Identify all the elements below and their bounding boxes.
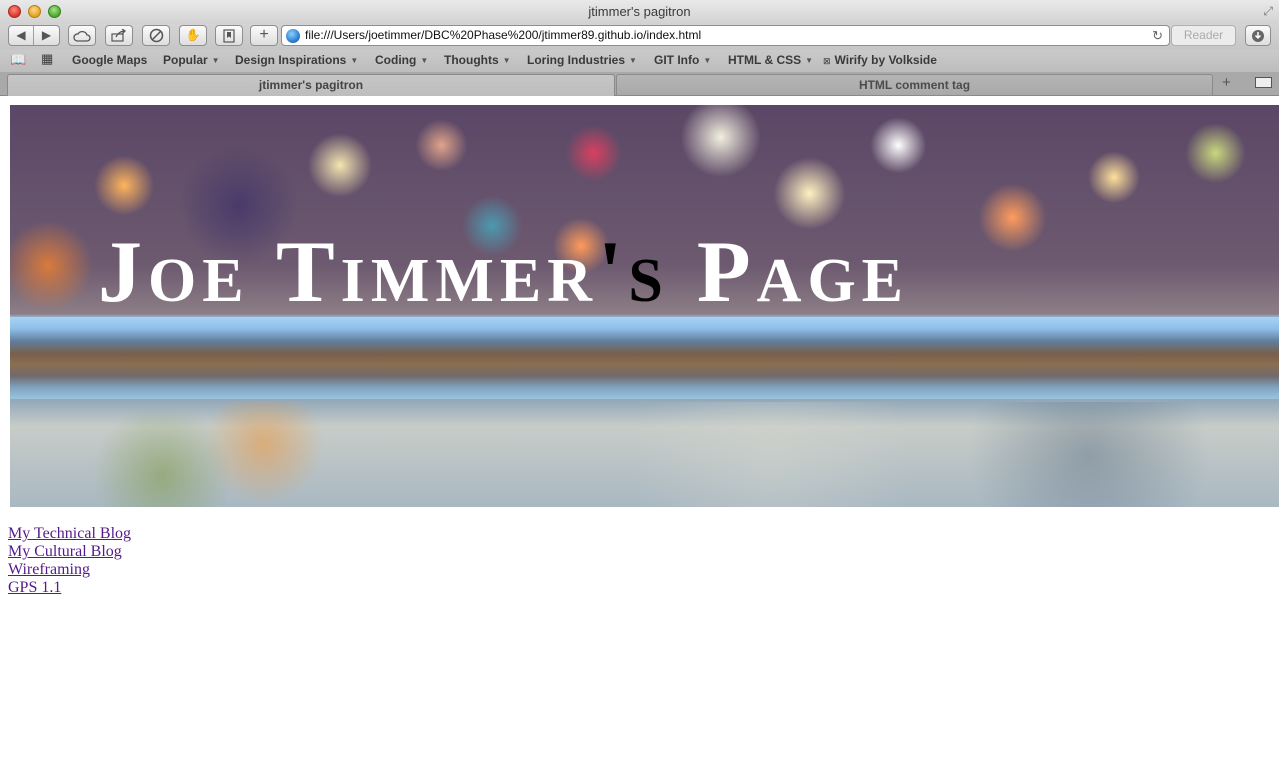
reload-icon[interactable]: ↻ [1152, 26, 1163, 45]
bookmark-thoughts[interactable]: Thoughts ▼ [444, 53, 511, 67]
dropdown-arrow-icon: ▼ [502, 56, 511, 65]
link-gps[interactable]: GPS 1.1 [8, 579, 131, 597]
page-viewport: Joe Timmer's Page My Technical Blog My C… [0, 96, 1279, 776]
bookmarks-bar: 📖 ▦ Google Maps Popular ▼ Design Inspirat… [0, 50, 1279, 72]
url-text[interactable]: file:///Users/joetimmer/DBC%20Phase%200/… [305, 26, 701, 45]
downloads-button[interactable] [1245, 25, 1271, 46]
globe-icon [286, 29, 300, 43]
block-icon [149, 28, 163, 43]
dropdown-arrow-icon: ▼ [350, 56, 359, 65]
dropdown-arrow-icon: ▼ [703, 56, 712, 65]
dropdown-arrow-icon: ▼ [420, 56, 429, 65]
dropdown-arrow-icon: ▼ [629, 56, 637, 65]
bookmark-coding[interactable]: Coding ▼ [375, 53, 428, 67]
link-cultural-blog[interactable]: My Cultural Blog [8, 543, 131, 561]
bookmarklet-icon: ⊠ [823, 56, 831, 66]
forward-button[interactable]: ▶ [34, 26, 59, 45]
dropdown-arrow-icon: ▼ [211, 56, 220, 65]
top-sites-grid-icon[interactable]: ▦ [41, 51, 53, 67]
window-title: jtimmer's pagitron [588, 4, 691, 19]
tab-bar: jtimmer's pagitron HTML comment tag + [0, 72, 1279, 96]
link-wireframing[interactable]: Wireframing [8, 561, 131, 579]
add-bookmark-button[interactable]: + [250, 25, 278, 46]
reading-list-icon[interactable]: 📖 [10, 52, 26, 68]
hand-icon: ✋ [185, 28, 201, 42]
share-button[interactable] [105, 25, 133, 46]
tab-view-icon[interactable] [1255, 77, 1272, 88]
icloud-tabs-button[interactable] [68, 25, 96, 46]
bookmark-popular[interactable]: Popular ▼ [163, 53, 220, 67]
fullscreen-icon[interactable]: ⤢ [1263, 4, 1273, 19]
plus-icon: + [259, 26, 269, 43]
bookmark-git-info[interactable]: GIT Info ▼ [654, 53, 711, 67]
hero-title: Joe Timmer's Page [98, 224, 910, 321]
new-tab-button[interactable]: + [1222, 74, 1231, 91]
bookmark-google-maps[interactable]: Google Maps [72, 53, 147, 67]
hero-ledge-graphic [10, 317, 1279, 399]
hand-extension-button[interactable]: ✋ [179, 25, 207, 46]
bookmark-html-css[interactable]: HTML & CSS ▼ [728, 53, 813, 67]
bookmark-design-inspirations[interactable]: Design Inspirations ▼ [235, 53, 358, 67]
cloud-icon [73, 30, 91, 42]
share-icon [111, 28, 127, 42]
link-technical-blog[interactable]: My Technical Blog [8, 525, 131, 543]
browser-toolbar: ◀ ▶ ✋ + file:///Users/joetimmer/DBC%20Pha… [0, 24, 1279, 50]
readability-button[interactable] [215, 25, 243, 46]
tab-jtimmers-pagitron[interactable]: jtimmer's pagitron [7, 74, 615, 96]
bookmark-loring-industries[interactable]: Loring Industries ▼ [527, 53, 637, 67]
bookmark-icon [223, 29, 235, 43]
address-bar[interactable]: file:///Users/joetimmer/DBC%20Phase%200/… [281, 25, 1170, 46]
window-titlebar: jtimmer's pagitron ⤢ [0, 0, 1279, 24]
block-button[interactable] [142, 25, 170, 46]
download-icon [1252, 30, 1264, 42]
tab-html-comment-tag[interactable]: HTML comment tag [616, 74, 1213, 96]
bookmark-wirify[interactable]: ⊠ Wirify by Volkside [823, 53, 937, 67]
reader-button[interactable]: Reader [1171, 25, 1236, 46]
page-links: My Technical Blog My Cultural Blog Wiref… [8, 525, 131, 597]
back-forward-control: ◀ ▶ [8, 25, 60, 46]
hero-banner-image: Joe Timmer's Page [10, 105, 1279, 507]
dropdown-arrow-icon: ▼ [805, 56, 814, 65]
back-button[interactable]: ◀ [9, 26, 34, 45]
